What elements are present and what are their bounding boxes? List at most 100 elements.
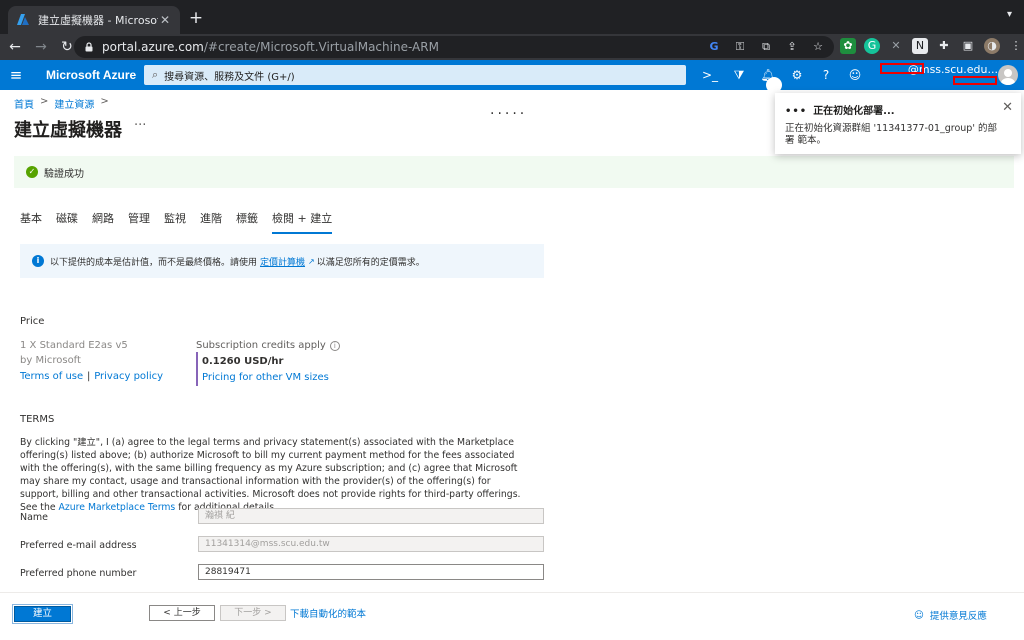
previous-button[interactable]: < 上一步 xyxy=(149,605,215,621)
other-vm-sizes-link[interactable]: Pricing for other VM sizes xyxy=(202,370,340,386)
search-icon: ⌕ xyxy=(152,68,159,81)
azure-brand[interactable]: Microsoft Azure xyxy=(46,68,136,82)
terms-heading: TERMS xyxy=(20,414,55,425)
phone-label: Preferred phone number xyxy=(20,568,137,579)
toast-close-icon[interactable]: ✕ xyxy=(1002,100,1013,115)
help-icon[interactable]: ? xyxy=(818,67,834,83)
grammarly-icon[interactable]: G xyxy=(864,38,880,54)
side-panel-icon[interactable]: ▣ xyxy=(960,38,976,54)
validation-text: 驗證成功 xyxy=(44,168,84,180)
page-title: 建立虛擬機器 xyxy=(14,120,122,141)
breadcrumb-separator-icon: > xyxy=(100,96,109,107)
validation-banner: ✓ 驗證成功 xyxy=(14,156,1014,188)
privacy-policy-link[interactable]: Privacy policy xyxy=(94,371,163,382)
install-app-icon[interactable]: ⧉ xyxy=(758,39,774,55)
email-row: Preferred e-mail address 11341314@mss.sc… xyxy=(20,536,544,554)
address-bar[interactable]: portal.azure.com/#create/Microsoft.Virtu… xyxy=(74,36,834,58)
profile-avatar-icon[interactable]: ◑ xyxy=(984,38,1000,54)
tab-tags[interactable]: 標籤 xyxy=(236,210,258,234)
tab-title: 建立虛擬機器 - Microsoft Azure xyxy=(38,14,158,27)
toast-title-row: ••• 正在初始化部署... xyxy=(785,102,1011,117)
success-check-icon: ✓ xyxy=(26,166,38,178)
give-feedback-link[interactable]: ☺ 提供意見反應 xyxy=(914,608,987,623)
tab-management[interactable]: 管理 xyxy=(128,210,150,234)
cost-info-banner: i 以下提供的成本是估計值，而不是最終價格。請使用 定價計算機 ↗ 以滿足您所有… xyxy=(20,244,544,278)
hamburger-menu-icon[interactable]: ≡ xyxy=(0,66,32,84)
loading-indicator: ····· xyxy=(490,106,528,122)
name-label: Name xyxy=(20,512,49,523)
external-link-icon: ↗ xyxy=(308,256,315,266)
tab-search-chevron-icon[interactable]: ▾ xyxy=(1007,9,1012,20)
url-host: portal.azure.com xyxy=(102,40,204,54)
url-text: portal.azure.com/#create/Microsoft.Virtu… xyxy=(102,40,439,54)
browser-toolbar: ← → ↻ portal.azure.com/#create/Microsoft… xyxy=(0,34,1024,60)
new-tab-button[interactable]: + xyxy=(186,8,206,28)
terms-of-use-link[interactable]: Terms of use xyxy=(20,371,83,382)
share-icon[interactable]: ⇪ xyxy=(784,39,800,55)
credits-text-row: Subscription credits apply i xyxy=(196,338,340,354)
terms-text: By clicking "建立", I (a) agree to the leg… xyxy=(20,436,528,514)
tab-close-icon[interactable]: ✕ xyxy=(158,13,172,27)
price-heading: Price xyxy=(20,316,45,327)
progress-dots-icon: ••• xyxy=(785,106,808,117)
next-button: 下一步 > xyxy=(220,605,286,621)
notification-badge: 1 xyxy=(766,77,782,93)
feedback-label: 提供意見反應 xyxy=(929,611,987,622)
extension-leaf-icon[interactable]: ✿ xyxy=(840,38,856,54)
name-field[interactable]: 瀚祺 紀 xyxy=(198,508,544,524)
wizard-tabs: 基本 磁碟 網路 管理 監視 進階 標籤 檢閱 + 建立 xyxy=(20,210,333,234)
chrome-menu-icon[interactable]: ⋮ xyxy=(1008,38,1024,54)
settings-gear-icon[interactable]: ⚙ xyxy=(789,67,805,83)
link-separator: | xyxy=(86,371,91,382)
cloud-shell-icon[interactable]: >_ xyxy=(702,67,718,83)
breadcrumb: 首頁 > 建立資源 > xyxy=(14,96,109,111)
more-options-button[interactable]: ··· xyxy=(134,118,146,133)
breadcrumb-separator-icon: > xyxy=(40,96,49,107)
price-product-block: 1 X Standard E2as v5 by Microsoft Terms … xyxy=(20,338,163,384)
toast-message: 正在初始化資源群組 '11341377-01_group' 的部署 範本。 xyxy=(785,123,997,146)
breadcrumb-create-resource[interactable]: 建立資源 xyxy=(54,96,94,111)
forward-arrow-icon[interactable]: → xyxy=(30,36,52,58)
highlight-box xyxy=(880,63,924,74)
price-amount: 0.1260 USD/hr xyxy=(202,356,284,367)
product-vendor: by Microsoft xyxy=(20,355,81,366)
extension-x-icon[interactable]: ✕ xyxy=(888,38,904,54)
tab-review-create[interactable]: 檢閱 + 建立 xyxy=(272,210,333,234)
notion-icon[interactable]: N xyxy=(912,38,928,54)
tab-basics[interactable]: 基本 xyxy=(20,210,42,234)
azure-header: ≡ Microsoft Azure ⌕ 搜尋資源、服務及文件 (G+/) >_ … xyxy=(0,60,1024,93)
highlight-box xyxy=(953,76,997,85)
tab-advanced[interactable]: 進階 xyxy=(200,210,222,234)
pricing-calculator-link[interactable]: 定價計算機 xyxy=(260,255,305,268)
browser-tab[interactable]: 建立虛擬機器 - Microsoft Azure ✕ xyxy=(8,6,180,34)
google-icon[interactable]: G xyxy=(706,39,722,55)
create-button[interactable]: 建立 xyxy=(12,604,73,624)
extensions-puzzle-icon[interactable]: ✚ xyxy=(936,38,952,54)
info-circle-icon[interactable]: i xyxy=(329,341,340,351)
tab-networking[interactable]: 網路 xyxy=(92,210,114,234)
bookmark-star-icon[interactable]: ☆ xyxy=(810,39,826,55)
deployment-toast: ••• 正在初始化部署... 正在初始化資源群組 '11341377-01_gro… xyxy=(775,93,1021,154)
tab-monitoring[interactable]: 監視 xyxy=(164,210,186,234)
phone-field[interactable]: 28819471 xyxy=(198,564,544,580)
directory-filter-icon[interactable]: ⧩ xyxy=(731,67,747,83)
info-suffix: 以滿足您所有的定價需求。 xyxy=(316,257,425,268)
price-amount-block: Subscription credits apply i 0.1260 USD/h… xyxy=(196,338,340,386)
name-row: Name 瀚祺 紀 xyxy=(20,508,544,526)
accent-bar xyxy=(196,352,198,386)
toast-title: 正在初始化部署... xyxy=(813,106,895,117)
feedback-icon[interactable]: ☺ xyxy=(847,67,863,83)
phone-row: Preferred phone number 28819471 xyxy=(20,564,544,582)
tab-disks[interactable]: 磁碟 xyxy=(56,210,78,234)
product-name: 1 X Standard E2as v5 xyxy=(20,340,128,351)
user-avatar[interactable] xyxy=(998,65,1018,85)
back-arrow-icon[interactable]: ← xyxy=(4,36,26,58)
search-placeholder: 搜尋資源、服務及文件 (G+/) xyxy=(164,71,295,83)
download-template-link[interactable]: 下載自動化的範本 xyxy=(290,606,366,620)
key-icon[interactable]: ⚿ xyxy=(732,39,748,55)
info-prefix: 以下提供的成本是估計值，而不是最終價格。請使用 xyxy=(50,257,258,268)
global-search-input[interactable]: ⌕ 搜尋資源、服務及文件 (G+/) xyxy=(144,65,686,85)
notifications-bell-icon[interactable]: 🔔︎1 xyxy=(760,67,782,93)
breadcrumb-home[interactable]: 首頁 xyxy=(14,96,34,111)
email-field[interactable]: 11341314@mss.scu.edu.tw xyxy=(198,536,544,552)
